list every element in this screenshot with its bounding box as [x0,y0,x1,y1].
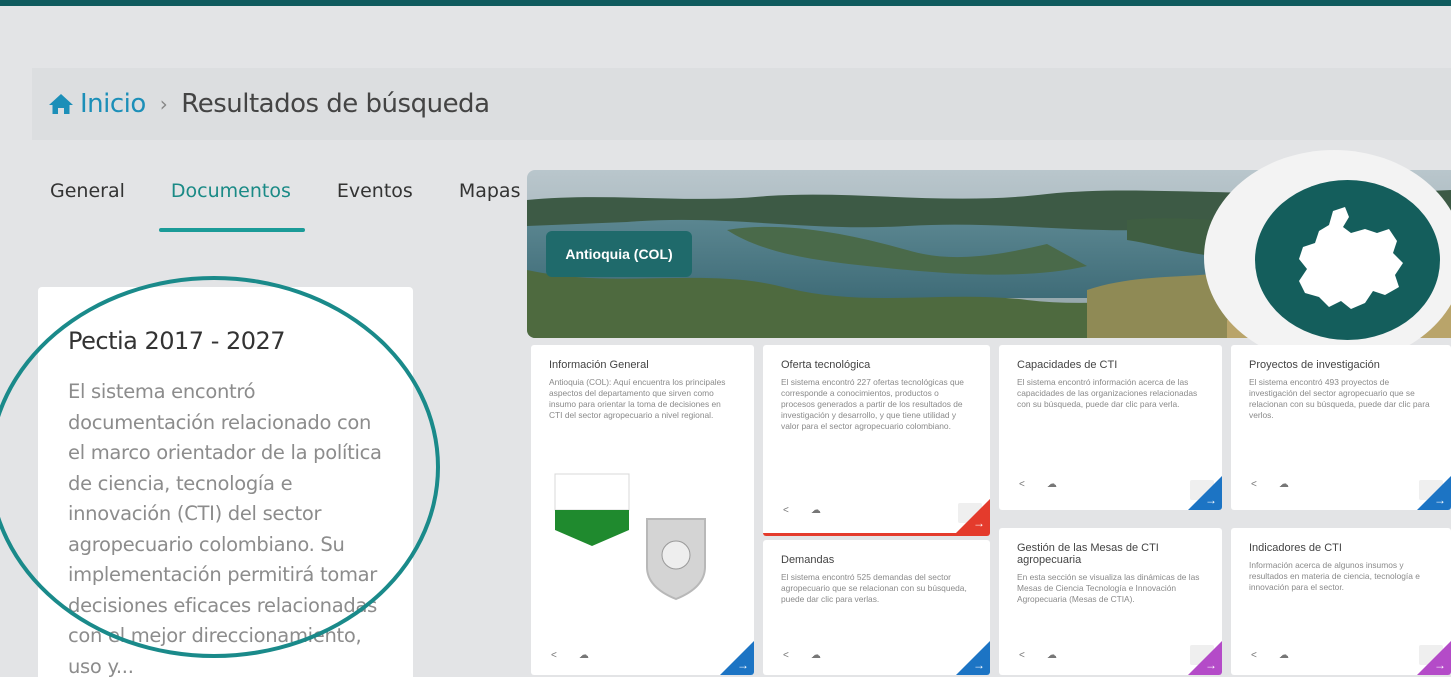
card-text: Antioquia (COL): Aquí encuentra los prin… [549,377,726,420]
breadcrumb: Inicio › Resultados de búsqueda [32,68,1451,140]
document-title: Pectia 2017 - 2027 [68,327,286,355]
department-map-badge[interactable] [1255,180,1440,340]
top-bar [0,0,1451,6]
tab-eventos[interactable]: Eventos [337,180,413,232]
card-text: Información acerca de algunos insumos y … [1249,560,1420,592]
card-bottom-line [763,533,990,536]
breadcrumb-current: Resultados de búsqueda [181,89,490,119]
card-title: Oferta tecnológica [781,359,871,371]
card-indicadores-cti[interactable]: Indicadores de CTI Información acerca de… [1231,528,1451,675]
card-actions: < ☁ [1251,479,1289,490]
share-icon[interactable]: < [1251,479,1257,490]
cloud-icon[interactable]: ☁ [811,650,821,661]
card-text: El sistema encontró 525 demandas del sec… [781,572,967,604]
arrow-right-icon: → [1434,493,1446,507]
arrow-right-icon: → [1205,658,1217,672]
card-title: Demandas [781,554,835,566]
document-summary: El sistema encontró documentación relaci… [68,380,382,677]
card-actions: < ☁ [1019,650,1057,661]
share-icon[interactable]: < [783,505,789,516]
arrow-right-icon: → [737,658,749,672]
card-proyectos-investigacion[interactable]: Proyectos de investigación El sistema en… [1231,345,1451,510]
open-card-corner[interactable]: → [956,641,990,675]
department-flag [554,473,630,546]
cloud-icon[interactable]: ☁ [811,505,821,516]
cloud-icon[interactable]: ☁ [579,650,589,661]
share-icon[interactable]: < [783,650,789,661]
home-icon [49,94,73,114]
open-card-corner[interactable]: → [1417,641,1451,675]
tab-documentos[interactable]: Documentos [158,180,305,232]
breadcrumb-home-link[interactable]: Inicio [48,89,146,119]
card-title: Gestión de las Mesas de CTI agropecuaria [1017,542,1159,566]
share-icon[interactable]: < [1251,650,1257,661]
card-actions: < ☁ [551,650,589,661]
card-title: Capacidades de CTI [1017,359,1118,371]
arrow-right-icon: → [973,658,985,672]
breadcrumb-home-label: Inicio [80,89,146,119]
card-actions: < ☁ [783,650,821,661]
arrow-right-icon: → [973,516,985,530]
open-card-corner[interactable]: → [1188,641,1222,675]
card-text: En esta sección se visualiza las dinámic… [1017,572,1200,604]
arrow-right-icon: → [1205,493,1217,507]
card-oferta-tecnologica[interactable]: Oferta tecnológica El sistema encontró 2… [763,345,990,536]
card-title: Indicadores de CTI [1249,542,1342,554]
card-text: El sistema encontró 227 ofertas tecnológ… [781,377,964,431]
document-card[interactable]: Pectia 2017 - 2027 El sistema encontró d… [38,287,413,677]
share-icon[interactable]: < [1019,650,1025,661]
tab-mapas[interactable]: Mapas [459,180,521,232]
share-icon[interactable]: < [1019,479,1025,490]
card-informacion-general[interactable]: Información General Antioquia (COL): Aqu… [531,345,754,675]
antioquia-map-icon [1299,206,1403,309]
open-card-corner[interactable]: → [1188,476,1222,510]
card-title: Proyectos de investigación [1249,359,1380,371]
open-card-corner[interactable]: → [1417,476,1451,510]
share-icon[interactable]: < [551,650,557,661]
card-actions: < ☁ [1019,479,1057,490]
region-label: Antioquia (COL) [546,231,692,277]
tab-general[interactable]: General [50,180,125,232]
card-text: El sistema encontró información acerca d… [1017,377,1198,409]
card-title: Información General [549,359,649,371]
result-tabs: General Documentos Eventos Mapas [50,180,566,232]
open-card-corner[interactable]: → [956,499,990,533]
breadcrumb-separator: › [159,92,168,116]
arrow-right-icon: → [1434,658,1446,672]
card-actions: < ☁ [783,505,821,516]
cloud-icon[interactable]: ☁ [1279,479,1289,490]
card-text: El sistema encontró 493 proyectos de inv… [1249,377,1430,420]
cloud-icon[interactable]: ☁ [1047,650,1057,661]
department-shield [646,518,706,601]
cloud-icon[interactable]: ☁ [1279,650,1289,661]
card-demandas[interactable]: Demandas El sistema encontró 525 demanda… [763,540,990,675]
card-actions: < ☁ [1251,650,1289,661]
cloud-icon[interactable]: ☁ [1047,479,1057,490]
card-gestion-mesas-cti[interactable]: Gestión de las Mesas de CTI agropecuaria… [999,528,1222,675]
open-card-corner[interactable]: → [720,641,754,675]
card-capacidades-cti[interactable]: Capacidades de CTI El sistema encontró i… [999,345,1222,510]
